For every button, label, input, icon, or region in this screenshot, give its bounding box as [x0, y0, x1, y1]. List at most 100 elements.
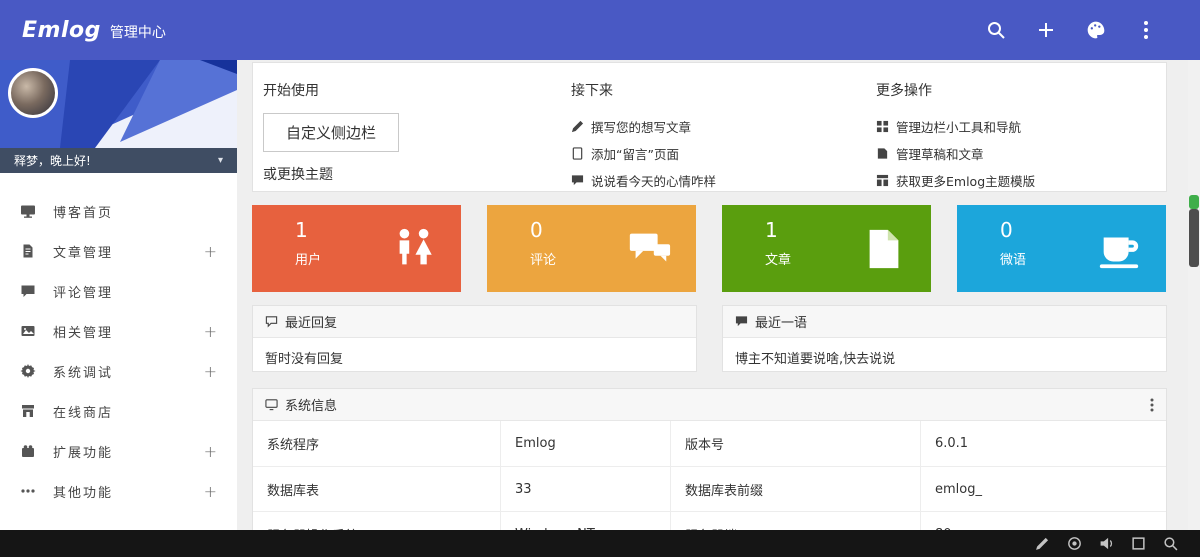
expand-plus-icon[interactable]: +: [204, 322, 217, 341]
sidebar-item-label: 在线商店: [53, 402, 113, 421]
ellipsis-icon: [20, 483, 36, 499]
welcome-next-column: 接下来 撰写您的想写文章 添加“留言”页面 说说看今天的心情咋样: [571, 80, 716, 208]
stat-card-microblog[interactable]: 0 微语: [957, 205, 1166, 292]
sidebar-item-label: 系统调试: [53, 362, 113, 381]
pen-tool-icon[interactable]: [1035, 536, 1050, 551]
table-cell: 版本号: [671, 421, 921, 466]
table-row: 数据库表 33 数据库表前缀 emlog_: [253, 466, 1166, 511]
record-circle-icon[interactable]: [1067, 536, 1082, 551]
expand-plus-icon[interactable]: +: [204, 362, 217, 381]
document-icon: [20, 243, 36, 259]
system-info-header: 系统信息: [253, 389, 1166, 421]
search-zoom-icon[interactable]: [1163, 536, 1178, 551]
widgets-grid-icon: [876, 120, 889, 133]
table-cell: emlog_: [921, 467, 1166, 511]
logo-text: Emlog: [22, 18, 101, 43]
sidebar-item-label: 其他功能: [53, 482, 113, 501]
table-row: 服务器操作系统 Windows NT 服务器端口 80: [253, 511, 1166, 530]
search-icon[interactable]: [978, 12, 1014, 48]
sidebar-item-store[interactable]: 在线商店: [0, 391, 237, 431]
plugin-icon: [20, 443, 36, 459]
sidebar-item-comments[interactable]: 评论管理: [0, 271, 237, 311]
logo-subtitle: 管理中心: [110, 22, 166, 42]
expand-plus-icon[interactable]: +: [204, 242, 217, 261]
page-scrollbar[interactable]: [1188, 60, 1200, 530]
recent-replies-header: 最近回复: [253, 306, 696, 338]
speaker-icon[interactable]: [1099, 536, 1114, 551]
table-cell: 数据库表前缀: [671, 467, 921, 511]
welcome-more-column: 更多操作 管理边栏小工具和导航 管理草稿和文章 获取更多Emlog主题模版: [876, 80, 1035, 208]
coffee-cup-icon: [1096, 226, 1144, 272]
table-cell: 33: [501, 467, 671, 511]
sidebar-item-label: 文章管理: [53, 242, 113, 261]
theme-template-icon: [876, 174, 889, 187]
main-content: 开始使用 自定义侧边栏 或更换主题 接下来 撰写您的想写文章 添加“留言”页面 …: [237, 60, 1188, 530]
scroll-marker: [1189, 195, 1199, 209]
sidebar-item-debug[interactable]: 系统调试 +: [0, 351, 237, 391]
article-icon: [861, 226, 909, 272]
link-label: 获取更多Emlog主题模版: [896, 171, 1035, 190]
link-label: 说说看今天的心情咋样: [591, 171, 716, 190]
table-cell: 系统程序: [253, 421, 501, 466]
draft-file-icon: [876, 147, 889, 160]
table-cell: 80: [921, 512, 1166, 530]
more-menu-icon[interactable]: [1128, 12, 1164, 48]
recent-words-panel: 最近一语 博主不知道要说啥,快去说说: [722, 305, 1167, 372]
user-greeting-bar[interactable]: 释梦，晚上好! ▾: [0, 148, 237, 173]
welcome-more-title: 更多操作: [876, 80, 1035, 100]
store-icon: [20, 403, 36, 419]
panel-title: 最近一语: [755, 312, 807, 331]
sidebar-menu: 博客首页 文章管理 + 评论管理 相关管理 + 系统调试 + 在线商店 扩展功能: [0, 173, 237, 511]
sidebar-item-blog-home[interactable]: 博客首页: [0, 191, 237, 231]
write-article-link[interactable]: 撰写您的想写文章: [571, 113, 716, 140]
table-row: 系统程序 Emlog 版本号 6.0.1: [253, 421, 1166, 466]
window-icon[interactable]: [1131, 536, 1146, 551]
add-icon[interactable]: [1028, 12, 1064, 48]
sidebar: 释梦，晚上好! ▾ 博客首页 文章管理 + 评论管理 相关管理 + 系统调试 +: [0, 60, 237, 530]
table-cell: 服务器操作系统: [253, 512, 501, 530]
welcome-start-column: 开始使用 自定义侧边栏 或更换主题: [263, 80, 399, 208]
sidebar-item-extensions[interactable]: 扩展功能 +: [0, 431, 237, 471]
table-cell: 服务器端口: [671, 512, 921, 530]
get-themes-link[interactable]: 获取更多Emlog主题模版: [876, 167, 1035, 194]
stat-card-comments[interactable]: 0 评论: [487, 205, 696, 292]
recent-replies-panel: 最近回复 暂时没有回复: [252, 305, 697, 372]
stat-card-users[interactable]: 1 用户: [252, 205, 461, 292]
top-header: Emlog 管理中心: [0, 0, 1200, 60]
add-page-link[interactable]: 添加“留言”页面: [571, 140, 716, 167]
manage-widgets-link[interactable]: 管理边栏小工具和导航: [876, 113, 1035, 140]
expand-plus-icon[interactable]: +: [204, 482, 217, 501]
sidebar-item-label: 扩展功能: [53, 442, 113, 461]
sidebar-item-related[interactable]: 相关管理 +: [0, 311, 237, 351]
recent-replies-empty-text: 暂时没有回复: [253, 338, 696, 377]
quote-bubble-icon: [735, 315, 748, 328]
sidebar-item-other[interactable]: 其他功能 +: [0, 471, 237, 511]
say-mood-link[interactable]: 说说看今天的心情咋样: [571, 167, 716, 194]
bottom-system-bar: [0, 530, 1200, 557]
table-cell: Emlog: [501, 421, 671, 466]
panel-options-icon[interactable]: [1150, 398, 1154, 412]
scrollbar-thumb[interactable]: [1189, 209, 1199, 267]
header-actions: [978, 12, 1200, 48]
page-icon: [571, 147, 584, 160]
stat-card-articles[interactable]: 1 文章: [722, 205, 931, 292]
user-avatar[interactable]: [8, 68, 58, 118]
link-label: 管理草稿和文章: [896, 144, 984, 163]
recent-words-empty-text: 博主不知道要说啥,快去说说: [723, 338, 1166, 377]
table-cell: 6.0.1: [921, 421, 1166, 466]
app-logo: Emlog 管理中心: [22, 18, 166, 43]
table-cell: Windows NT: [501, 512, 671, 530]
chevron-down-icon[interactable]: ▾: [218, 155, 223, 166]
customize-sidebar-button[interactable]: 自定义侧边栏: [263, 113, 399, 152]
expand-plus-icon[interactable]: +: [204, 442, 217, 461]
panel-title: 系统信息: [285, 395, 337, 414]
change-theme-link[interactable]: 或更换主题: [263, 164, 399, 184]
manage-drafts-link[interactable]: 管理草稿和文章: [876, 140, 1035, 167]
sidebar-item-label: 博客首页: [53, 202, 113, 221]
comments-icon: [626, 226, 674, 272]
palette-icon[interactable]: [1078, 12, 1114, 48]
comment-icon: [20, 283, 36, 299]
link-label: 撰写您的想写文章: [591, 117, 691, 136]
welcome-panel: 开始使用 自定义侧边栏 或更换主题 接下来 撰写您的想写文章 添加“留言”页面 …: [252, 62, 1167, 192]
sidebar-item-articles[interactable]: 文章管理 +: [0, 231, 237, 271]
